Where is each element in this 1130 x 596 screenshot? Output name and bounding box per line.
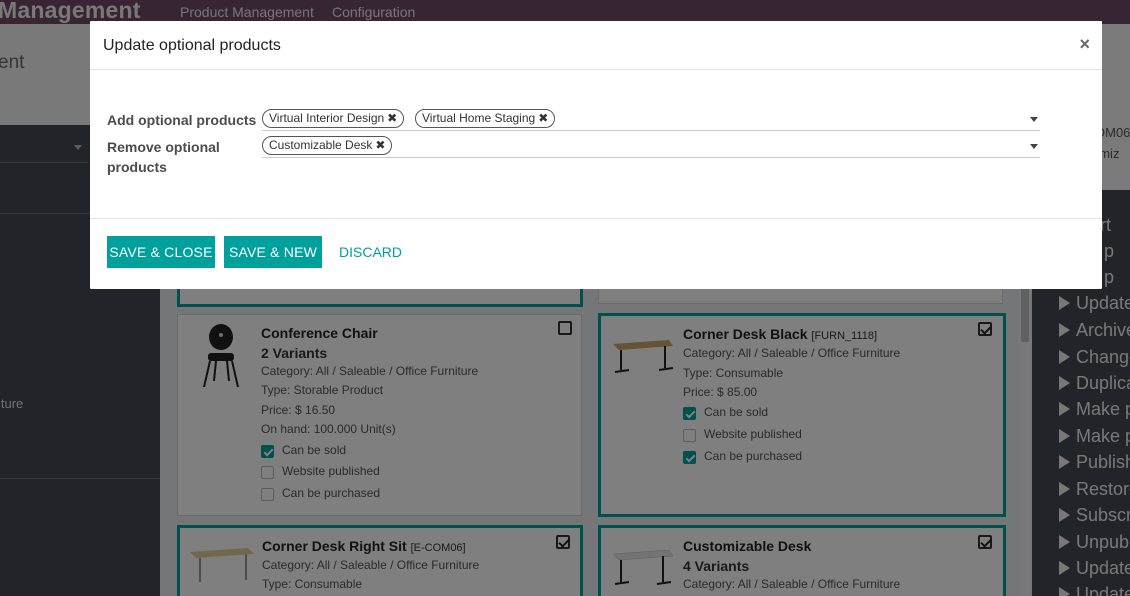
tag-customizable-desk: Customizable Desk ✖	[262, 136, 393, 155]
remove-optional-products-label: Remove optional products	[107, 139, 220, 175]
modal-footer: SAVE & CLOSE SAVE & NEW DISCARD	[90, 218, 1102, 289]
dropdown-caret-icon[interactable]	[1030, 117, 1038, 122]
dropdown-caret-icon[interactable]	[1030, 144, 1038, 149]
add-optional-products-input[interactable]: Virtual Interior Design ✖ Virtual Home St…	[262, 109, 1040, 131]
tag-remove-icon[interactable]: ✖	[538, 110, 548, 127]
modal-header: Update optional products ×	[90, 21, 1102, 70]
save-close-button[interactable]: SAVE & CLOSE	[107, 236, 215, 268]
tag-virtual-interior-design: Virtual Interior Design ✖	[262, 109, 405, 128]
discard-button[interactable]: DISCARD	[339, 236, 402, 268]
add-optional-products-label: Add optional products	[107, 112, 257, 128]
tag-remove-icon[interactable]: ✖	[375, 137, 385, 154]
save-new-button[interactable]: SAVE & NEW	[224, 236, 322, 268]
modal-title: Update optional products	[103, 37, 281, 54]
tag-remove-icon[interactable]: ✖	[387, 110, 397, 127]
remove-optional-products-input[interactable]: Customizable Desk ✖	[262, 136, 1040, 158]
close-icon[interactable]: ×	[1079, 34, 1090, 55]
tag-virtual-home-staging: Virtual Home Staging ✖	[415, 109, 556, 128]
update-optional-products-dialog: Update optional products × Add optional …	[90, 21, 1102, 289]
